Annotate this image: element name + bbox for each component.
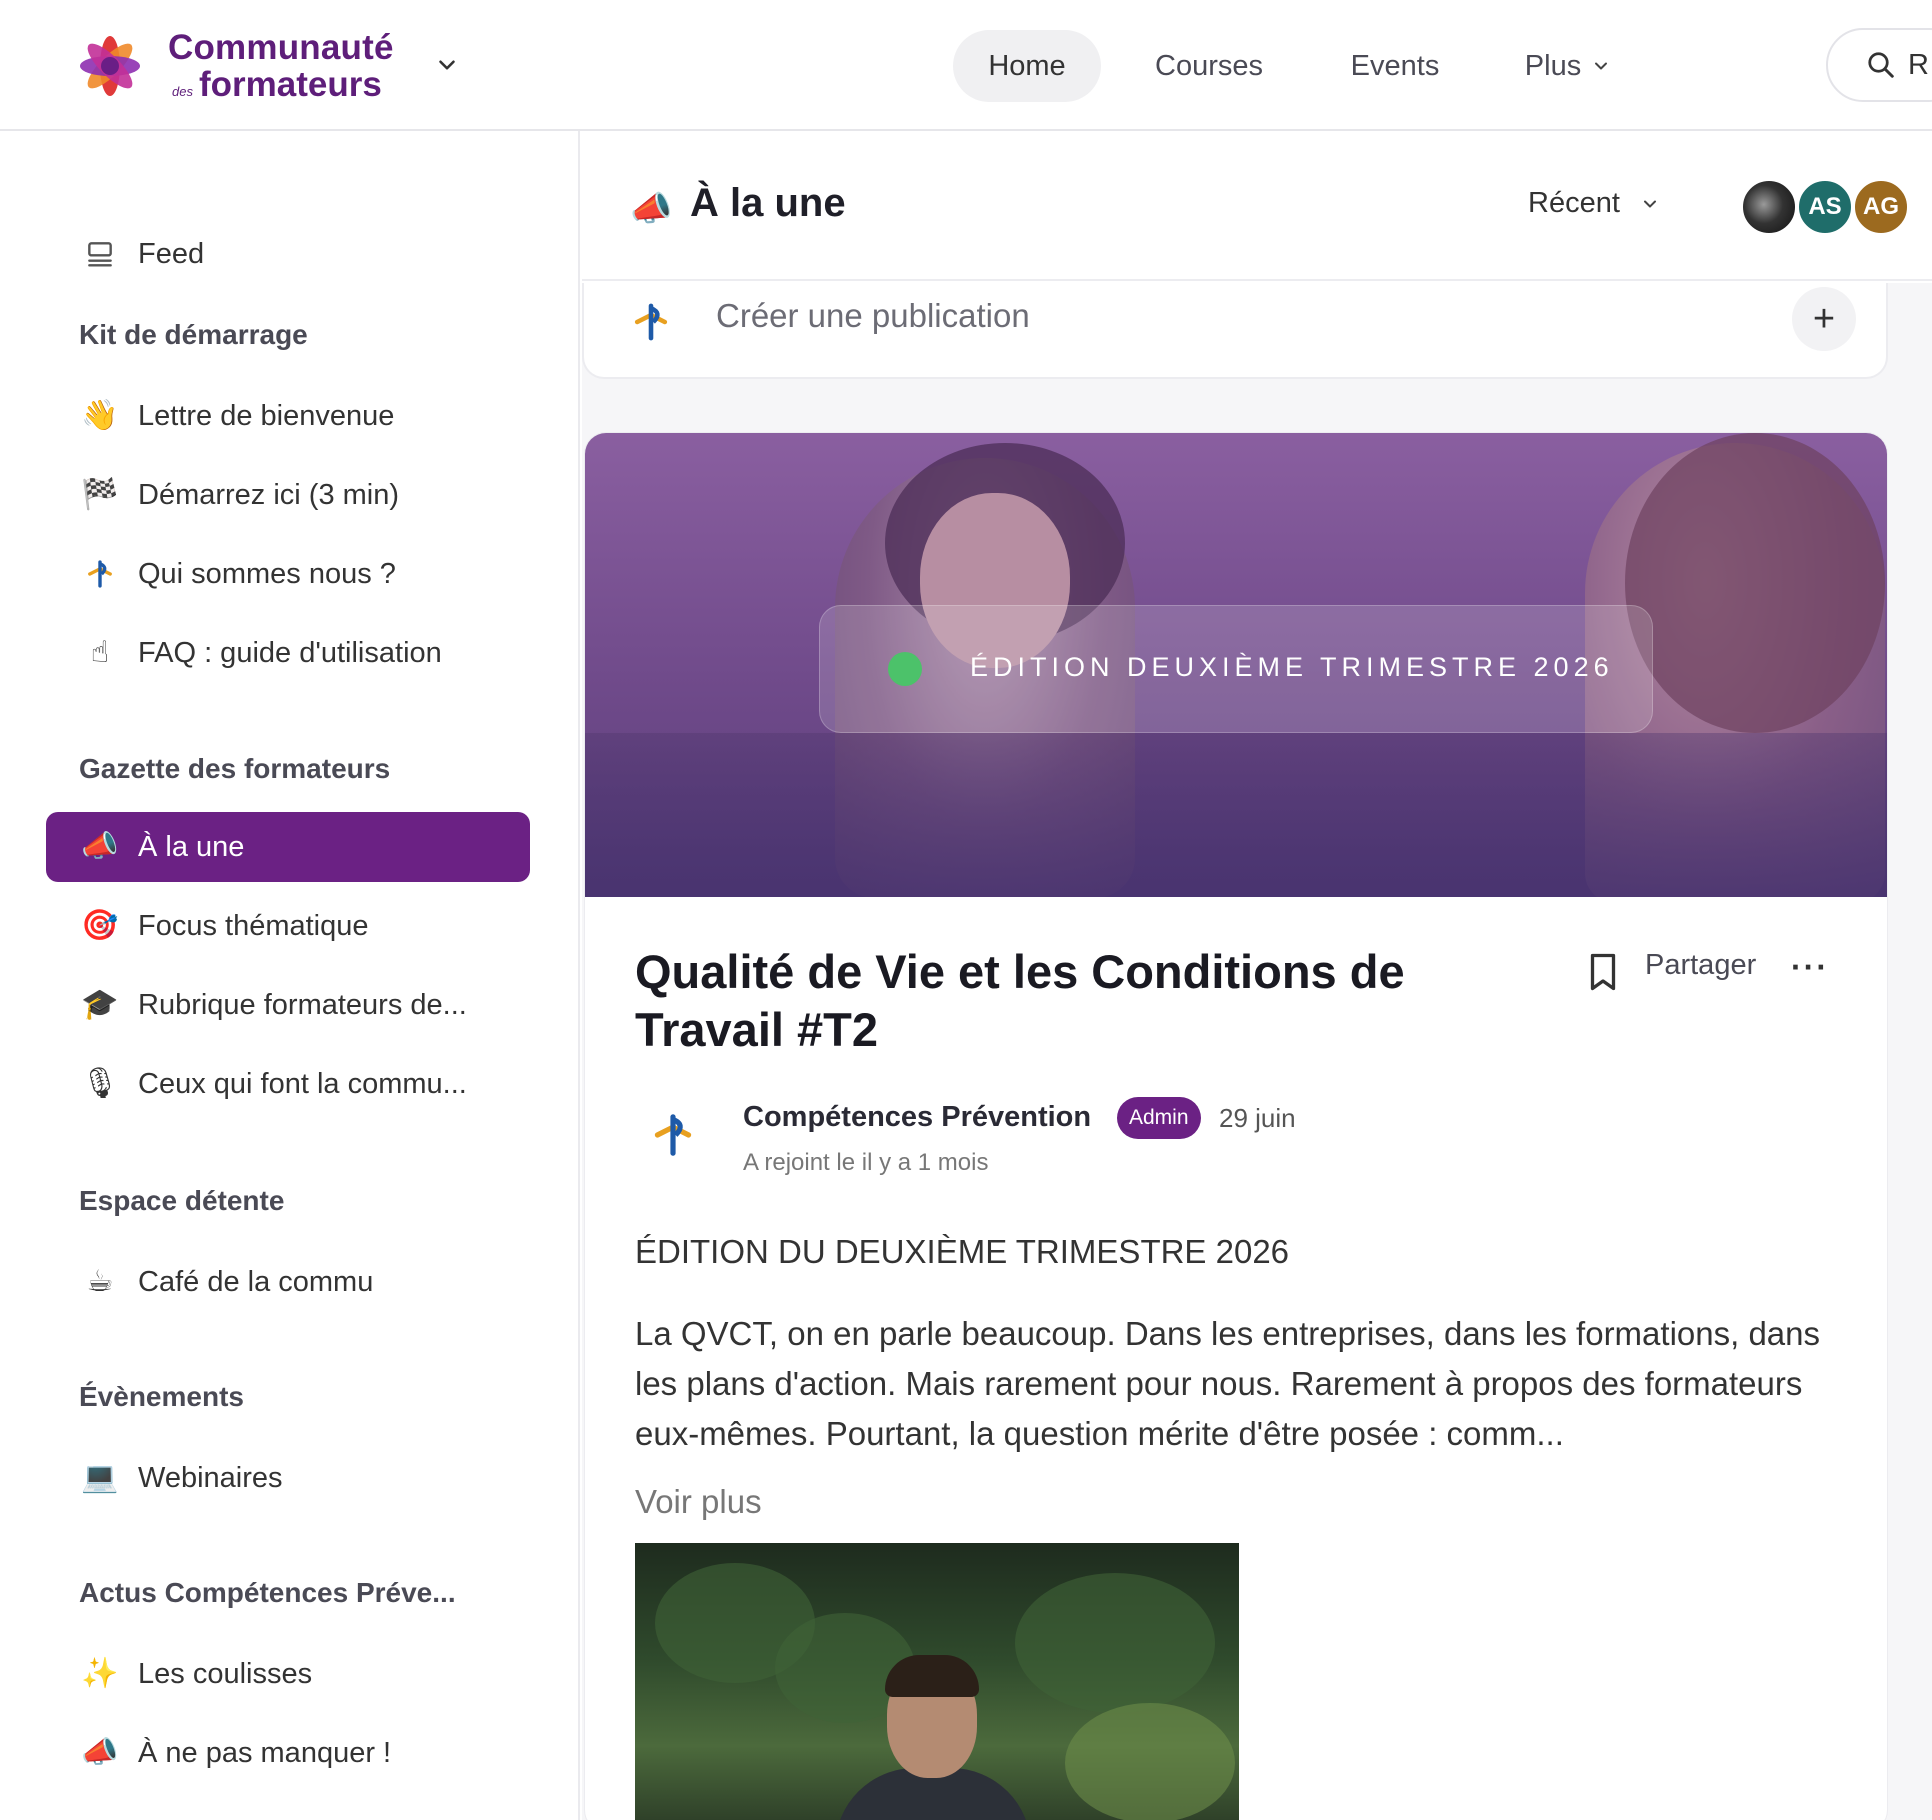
brand-line1: Communauté (168, 28, 394, 67)
pointing-finger-icon: ☝ (90, 636, 110, 669)
sidebar-item-label: Feed (138, 237, 205, 270)
see-more-link[interactable]: Voir plus (635, 1483, 762, 1521)
waving-hand-icon: 👋 (81, 399, 119, 432)
post-body: La QVCT, on en parle beaucoup. Dans les … (635, 1315, 1821, 1452)
target-icon: 🎯 (81, 909, 119, 942)
post-card: ÉDITION DEUXIÈME TRIMESTRE 2026 Qualité … (584, 432, 1888, 1820)
pin-logo-icon (80, 554, 120, 594)
sidebar-item-focus-thematique[interactable]: 🎯 Focus thématique (46, 891, 530, 961)
sidebar-section-heading: Kit de démarrage (79, 319, 308, 350)
sidebar-item-webinaires[interactable]: 💻 Webinaires (46, 1443, 530, 1513)
nav-events[interactable]: Events (1320, 30, 1470, 102)
pin-logo-icon (634, 303, 668, 341)
nav-courses[interactable]: Courses (1128, 30, 1290, 102)
post-title[interactable]: Qualité de Vie et les Conditions de Trav… (635, 943, 1495, 1059)
nav-plus[interactable]: Plus (1508, 30, 1628, 102)
sidebar-item-cafe-de-la-commu[interactable]: ☕ Café de la commu (46, 1247, 530, 1317)
sidebar-item-label: Les coulisses (138, 1657, 313, 1690)
author-avatar-icon[interactable] (647, 1109, 699, 1161)
chevron-down-icon (1595, 62, 1608, 70)
laptop-icon: 💻 (81, 1461, 119, 1494)
sidebar-item-feed[interactable]: Feed (46, 219, 530, 289)
sidebar-item-label: Qui sommes nous ? (138, 557, 396, 590)
author-joined: A rejoint le il y a 1 mois (743, 1149, 989, 1176)
more-options-icon[interactable]: ··· (1791, 949, 1829, 986)
author-name[interactable]: Compétences Prévention (743, 1101, 1091, 1134)
search-placeholder: R (1908, 48, 1929, 81)
sidebar-section-heading: Évènements (79, 1381, 244, 1412)
sidebar-item-label: Focus thématique (138, 909, 369, 942)
cover-banner-text: ÉDITION DEUXIÈME TRIMESTRE 2026 (970, 652, 1614, 682)
avatar[interactable] (1740, 178, 1798, 236)
status-dot (888, 652, 922, 686)
microphone-icon: 🎙 (80, 1067, 120, 1100)
sidebar-item-lettre-de-bienvenue[interactable]: 👋 Lettre de bienvenue (46, 381, 530, 451)
sidebar-item-label: Rubrique formateurs de... (138, 988, 467, 1021)
admin-badge: Admin (1117, 1097, 1201, 1139)
search-icon (1868, 52, 1894, 78)
sidebar-section-heading: Actus Compétences Préve... (79, 1577, 456, 1608)
avatar[interactable]: AG (1852, 178, 1910, 236)
sidebar-item-label: FAQ : guide d'utilisation (138, 636, 442, 669)
sidebar-item-faq[interactable]: ☝ FAQ : guide d'utilisation (46, 618, 530, 688)
megaphone-icon: 📣 (630, 190, 673, 228)
sparkles-icon: ✨ (81, 1657, 119, 1690)
cover-banner: ÉDITION DEUXIÈME TRIMESTRE 2026 (819, 605, 1653, 733)
post-date: 29 juin (1219, 1103, 1296, 1133)
sidebar-item-qui-sommes-nous[interactable]: Qui sommes nous ? (46, 539, 530, 609)
sidebar-item-ceux-qui-font[interactable]: 🎙 Ceux qui font la commu... (46, 1049, 530, 1119)
brand-name[interactable]: Communauté des formateurs (168, 30, 394, 102)
sort-dropdown[interactable]: Récent (1528, 187, 1660, 220)
checkered-flag-icon: 🏁 (81, 478, 119, 511)
member-avatars[interactable]: AS AG (1740, 178, 1910, 236)
sidebar-item-a-ne-pas-manquer[interactable]: 📣 À ne pas manquer ! (46, 1718, 530, 1788)
sidebar: Feed Kit de démarrage 👋 Lettre de bienve… (0, 131, 580, 1820)
space-header: 📣 À la une Récent AS AG (582, 131, 1932, 281)
brand-line2: formateurs (198, 65, 382, 104)
sidebar-item-rubrique-formateurs[interactable]: 🎓 Rubrique formateurs de... (46, 970, 530, 1040)
composer-placeholder[interactable]: Créer une publication (716, 297, 1030, 335)
sidebar-item-label: Démarrez ici (3 min) (138, 478, 400, 511)
add-post-button[interactable]: + (1792, 287, 1856, 351)
megaphone-icon: 📣 (81, 1736, 119, 1769)
sidebar-section-heading: Espace détente (79, 1185, 285, 1216)
search-input[interactable]: R (1826, 28, 1932, 102)
post-composer[interactable]: Créer une publication + (582, 283, 1888, 379)
coffee-icon: ☕ (86, 1265, 114, 1298)
page-title: À la une (690, 181, 846, 225)
chevron-down-icon[interactable] (434, 52, 460, 78)
nav-plus-label: Plus (1524, 49, 1582, 82)
sidebar-item-label: À la une (138, 830, 245, 863)
post-subtitle: ÉDITION DU DEUXIÈME TRIMESTRE 2026 (635, 1233, 1290, 1270)
brand-small-text: des (172, 84, 193, 100)
avatar[interactable]: AS (1796, 178, 1854, 236)
bookmark-icon[interactable] (1585, 951, 1621, 993)
chevron-down-icon (1643, 200, 1656, 207)
sidebar-item-demarrez-ici[interactable]: 🏁 Démarrez ici (3 min) (46, 460, 530, 530)
community-logo-icon[interactable] (70, 26, 150, 106)
nav-home[interactable]: Home (953, 30, 1101, 102)
top-navigation-bar: Communauté des formateurs Home Courses Ev… (0, 0, 1932, 131)
share-button[interactable]: Partager (1645, 949, 1756, 982)
sort-label: Récent (1528, 187, 1620, 219)
post-photo[interactable] (635, 1543, 1239, 1820)
post-cover-image: ÉDITION DEUXIÈME TRIMESTRE 2026 (585, 433, 1887, 897)
sidebar-section-heading: Gazette des formateurs (79, 753, 391, 784)
sidebar-item-les-coulisses[interactable]: ✨ Les coulisses (46, 1639, 530, 1709)
feed-icon (80, 234, 120, 274)
sidebar-item-a-la-une[interactable]: 📣 À la une (46, 812, 530, 882)
sidebar-item-label: Ceux qui font la commu... (138, 1067, 467, 1100)
sidebar-item-label: Lettre de bienvenue (138, 399, 395, 432)
graduation-cap-icon: 🎓 (81, 988, 119, 1021)
sidebar-item-label: Webinaires (138, 1461, 283, 1494)
sidebar-item-label: Café de la commu (138, 1265, 374, 1298)
sidebar-item-label: À ne pas manquer ! (138, 1736, 392, 1769)
megaphone-icon: 📣 (81, 830, 119, 863)
